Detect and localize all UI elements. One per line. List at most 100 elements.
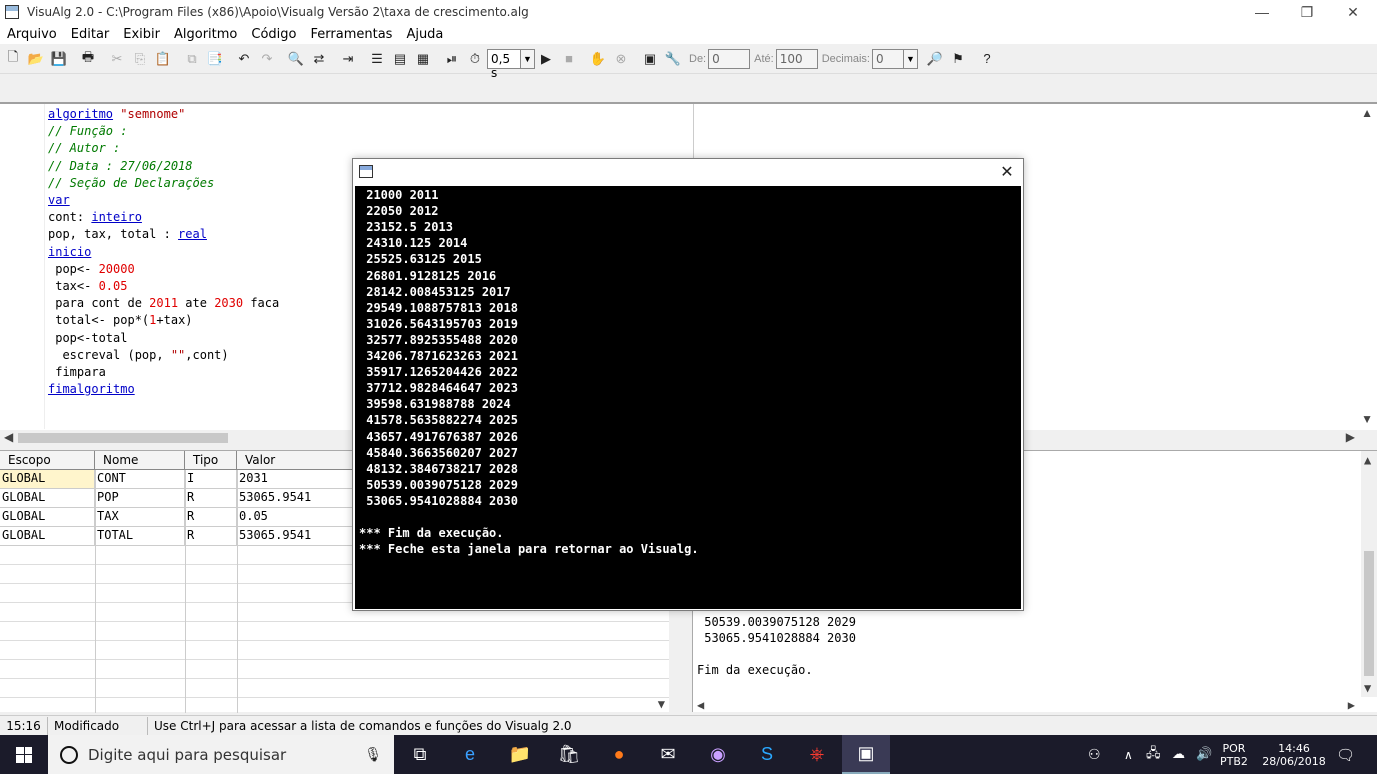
notifications-icon[interactable]: 🗨 [1336, 735, 1355, 774]
task-view-icon[interactable]: ⧉ [396, 735, 444, 774]
menu-arquivo[interactable]: Arquivo [0, 27, 64, 42]
output-vscroll-thumb[interactable] [1364, 551, 1374, 676]
menu-exibir[interactable]: Exibir [116, 27, 167, 42]
speed-dropdown-icon[interactable]: ▼ [521, 48, 535, 69]
table-cell[interactable]: TOTAL [95, 527, 185, 546]
cut-icon[interactable]: ✂ [106, 48, 128, 70]
document-icon[interactable]: ▤ [389, 48, 411, 70]
start-button[interactable] [0, 735, 48, 774]
console-close-icon[interactable]: ✕ [997, 162, 1017, 182]
new-file-icon[interactable]: 🗋 [2, 48, 24, 70]
timer-icon[interactable]: ⏱ [464, 48, 486, 70]
menu-ajuda[interactable]: Ajuda [399, 27, 450, 42]
microphone-icon[interactable]: 🎙 [364, 746, 382, 763]
save-icon[interactable]: 💾 [48, 48, 70, 70]
eclipse-icon[interactable]: ◉ [694, 735, 742, 774]
stop-icon[interactable]: ■ [558, 48, 580, 70]
volume-icon[interactable]: 🔊 [1196, 735, 1212, 774]
col-header-tipo[interactable]: Tipo [185, 451, 237, 470]
table-cell[interactable]: GLOBAL [0, 470, 95, 489]
scroll-right-icon[interactable]: ▶ [1346, 430, 1355, 444]
undo-icon[interactable]: ↶ [233, 48, 255, 70]
table-cell[interactable]: GLOBAL [0, 527, 95, 546]
col-header-escopo[interactable]: Escopo [0, 451, 95, 470]
editor-hscroll-thumb[interactable] [18, 433, 228, 443]
menu-editar[interactable]: Editar [64, 27, 117, 42]
scroll-down-icon[interactable]: ▼ [1361, 412, 1373, 426]
store-icon[interactable]: 🛍 [545, 735, 593, 774]
print-icon[interactable]: 🖶 [77, 48, 99, 70]
tools-icon[interactable]: 🔧 [662, 48, 684, 70]
replace-icon[interactable]: ⇄ [308, 48, 330, 70]
run-icon[interactable]: ▶ [535, 48, 557, 70]
file-explorer-icon[interactable]: 📁 [496, 735, 544, 774]
tray-expand-icon[interactable]: ∧ [1124, 735, 1133, 774]
open-file-icon[interactable]: 📂 [25, 48, 47, 70]
copy-icon[interactable]: ⎘ [129, 48, 151, 70]
network-icon[interactable]: 🖧 [1146, 735, 1161, 774]
table-cell[interactable]: GLOBAL [0, 489, 95, 508]
onedrive-icon[interactable]: ☁ [1172, 735, 1185, 774]
table-cell[interactable]: R [185, 527, 237, 546]
console-line: 34206.7871623263 2021 [359, 349, 518, 363]
table-cell[interactable]: GLOBAL [0, 508, 95, 527]
scroll-right-icon[interactable]: ▶ [1348, 698, 1355, 712]
ate-input[interactable]: 100 [775, 48, 818, 69]
menu-ferramentas[interactable]: Ferramentas [304, 27, 400, 42]
numbered-list-icon[interactable]: ☰ [366, 48, 388, 70]
code-string: "" [170, 347, 186, 362]
taskbar-search[interactable]: Digite aqui para pesquisar 🎙 [48, 735, 394, 774]
skype-icon[interactable]: S [743, 735, 791, 774]
paste-special-icon[interactable]: 📑 [204, 48, 226, 70]
console-window[interactable]: ✕ 21000 2011 22050 2012 23152.5 2013 243… [352, 158, 1024, 611]
mail-icon[interactable]: ✉ [644, 735, 692, 774]
breakpoint-icon[interactable]: ⊗ [610, 48, 632, 70]
variables-icon[interactable]: ⚑ [947, 48, 969, 70]
table-cell[interactable]: POP [95, 489, 185, 508]
scroll-up-icon[interactable]: ▲ [1364, 453, 1371, 467]
menu-algoritmo[interactable]: Algoritmo [167, 27, 244, 42]
console-title-bar[interactable]: ✕ [353, 159, 1023, 186]
code-editor[interactable]: algoritmo "semnome" // Função : // Autor… [48, 106, 279, 398]
step-icon[interactable]: ⏯ [441, 48, 463, 70]
visualg-task-icon[interactable]: ▣ [842, 735, 890, 774]
scroll-down-icon[interactable]: ▼ [1364, 681, 1371, 695]
decimais-input[interactable]: 0 [872, 48, 904, 69]
clock[interactable]: 14:46 28/06/2018 [1260, 735, 1328, 774]
scroll-down-icon[interactable]: ▼ [658, 697, 665, 711]
close-button[interactable]: ✕ [1330, 0, 1376, 24]
table-cell[interactable]: I [185, 470, 237, 489]
indent-icon[interactable]: ⇥ [337, 48, 359, 70]
table-cell[interactable]: TAX [95, 508, 185, 527]
table-cell[interactable]: CONT [95, 470, 185, 489]
grid-icon[interactable]: ▦ [412, 48, 434, 70]
output-vscrollbar[interactable]: ▲ ▼ [1361, 451, 1377, 697]
col-header-nome[interactable]: Nome [95, 451, 185, 470]
firefox-icon[interactable]: ● [595, 735, 643, 774]
hand-icon[interactable]: ✋ [587, 48, 609, 70]
speed-select[interactable]: 0,5 s [487, 48, 521, 80]
scroll-left-icon[interactable]: ◀ [4, 430, 13, 444]
decimais-dropdown-icon[interactable]: ▼ [904, 48, 918, 69]
scroll-left-icon[interactable]: ◀ [697, 698, 704, 712]
find-icon[interactable]: 🔍 [285, 48, 307, 70]
zoom-icon[interactable]: 🔎 [924, 48, 946, 70]
language-indicator[interactable]: POR PTB2 [1220, 735, 1248, 774]
help-icon[interactable]: ? [976, 48, 998, 70]
de-input[interactable]: 0 [708, 48, 751, 69]
table-cell[interactable]: R [185, 489, 237, 508]
people-icon[interactable]: ⚇ [1088, 735, 1101, 774]
console-icon[interactable]: ▣ [639, 48, 661, 70]
menu-codigo[interactable]: Código [244, 27, 303, 42]
scroll-up-icon[interactable]: ▲ [1361, 106, 1373, 120]
paste-icon[interactable]: 📋 [152, 48, 174, 70]
minimize-button[interactable]: — [1239, 0, 1285, 24]
maximize-button[interactable]: ❐ [1284, 0, 1330, 24]
edge-icon[interactable]: e [446, 735, 494, 774]
acrobat-icon[interactable]: ⎈ [793, 735, 841, 774]
app-icon[interactable] [5, 5, 19, 19]
copy-all-icon[interactable]: ⧉ [181, 48, 203, 70]
code-string: "semnome" [120, 107, 186, 121]
redo-icon[interactable]: ↷ [256, 48, 278, 70]
table-cell[interactable]: R [185, 508, 237, 527]
